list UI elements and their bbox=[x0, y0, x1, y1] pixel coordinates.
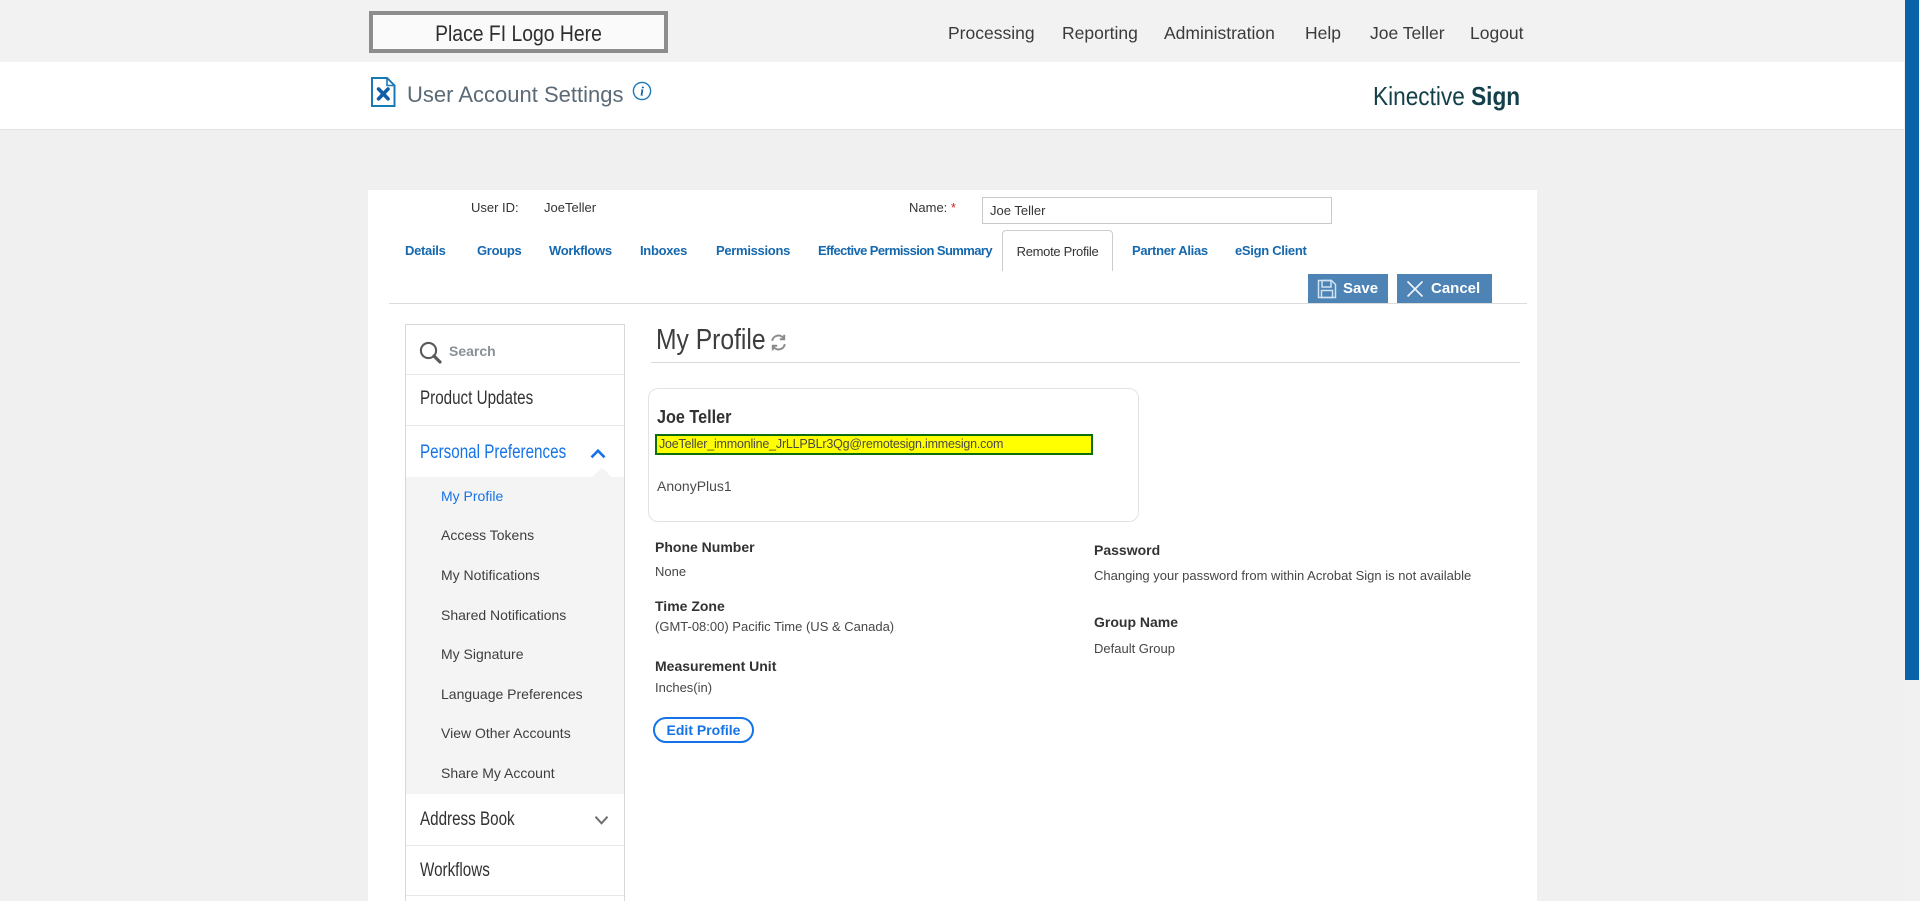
svg-text:i: i bbox=[640, 84, 644, 99]
